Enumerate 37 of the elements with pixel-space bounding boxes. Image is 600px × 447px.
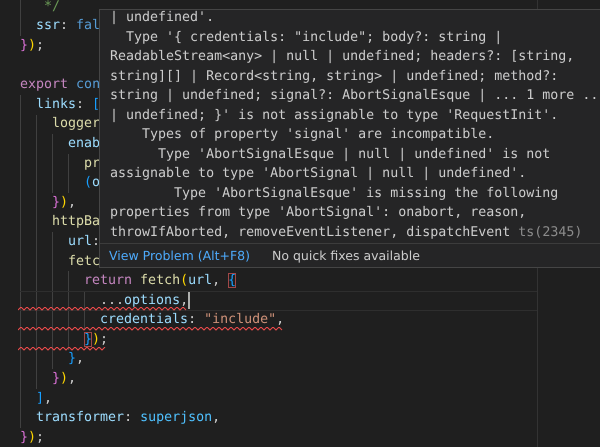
code-line: }, [68,351,84,368]
error-code: ts(2345) [518,224,582,240]
message-line: ReadableStream<any> | null | undefined; headers?: [string, [110,48,576,66]
code-line: links: [ [36,96,100,113]
code-line: httpBa [52,214,100,230]
code-line: export con [20,77,100,94]
code-line: }); [20,38,44,54]
message-line: Types of property 'signal' are incompatible. [141,126,496,144]
code-line: return fetch(url, { [84,273,236,290]
code-line: transformer: superjson, [36,410,220,426]
code-line: (o [84,175,100,192]
code-line: }), [52,194,76,211]
code-line: */ [43,0,60,15]
code-line: pr [84,156,100,172]
message-line: | undefined'. [110,10,216,27]
message-line: string | undefined; signal?: AbortSignalEsque | ... 1 more .. [110,87,600,105]
code-line: }); [84,332,108,348]
message-line: properties from type 'AbortSignal': onabort, reason, [110,204,528,222]
code-line: url: [68,234,100,250]
message-line: throwIfAborted, removeEventListener, dispatchEvent [110,224,510,240]
code-line: fetc [68,254,100,270]
message-line: Type '{ credentials: "include"; body?: string | [125,28,504,46]
code-line: logger [52,116,100,132]
code-line: ], [36,390,52,407]
code-line: credentials: "include", [100,312,284,328]
code-line: }); [20,430,44,446]
message-line: assignable to type 'AbortSignal | null | undefined'. [110,165,528,183]
code-line: ssr: fal [36,18,100,34]
view-problem-link[interactable]: View Problem (Alt+F8) [109,248,250,263]
quick-fix-note: No quick fixes available [272,248,420,263]
message-line: Type 'AbortSignalEsque' is missing the following [173,184,560,202]
message-line: Type 'AbortSignalEsque | null | undefined' is not [157,146,552,164]
code-line: ...options, [100,292,188,309]
code-line: }), [52,371,76,388]
message-line: | undefined; }' is not assignable to type 'RequestInit'. [110,106,560,124]
code-line: enab [68,136,100,152]
message-line: string][] | Record<string, string> | undefined; method?: [110,68,560,86]
